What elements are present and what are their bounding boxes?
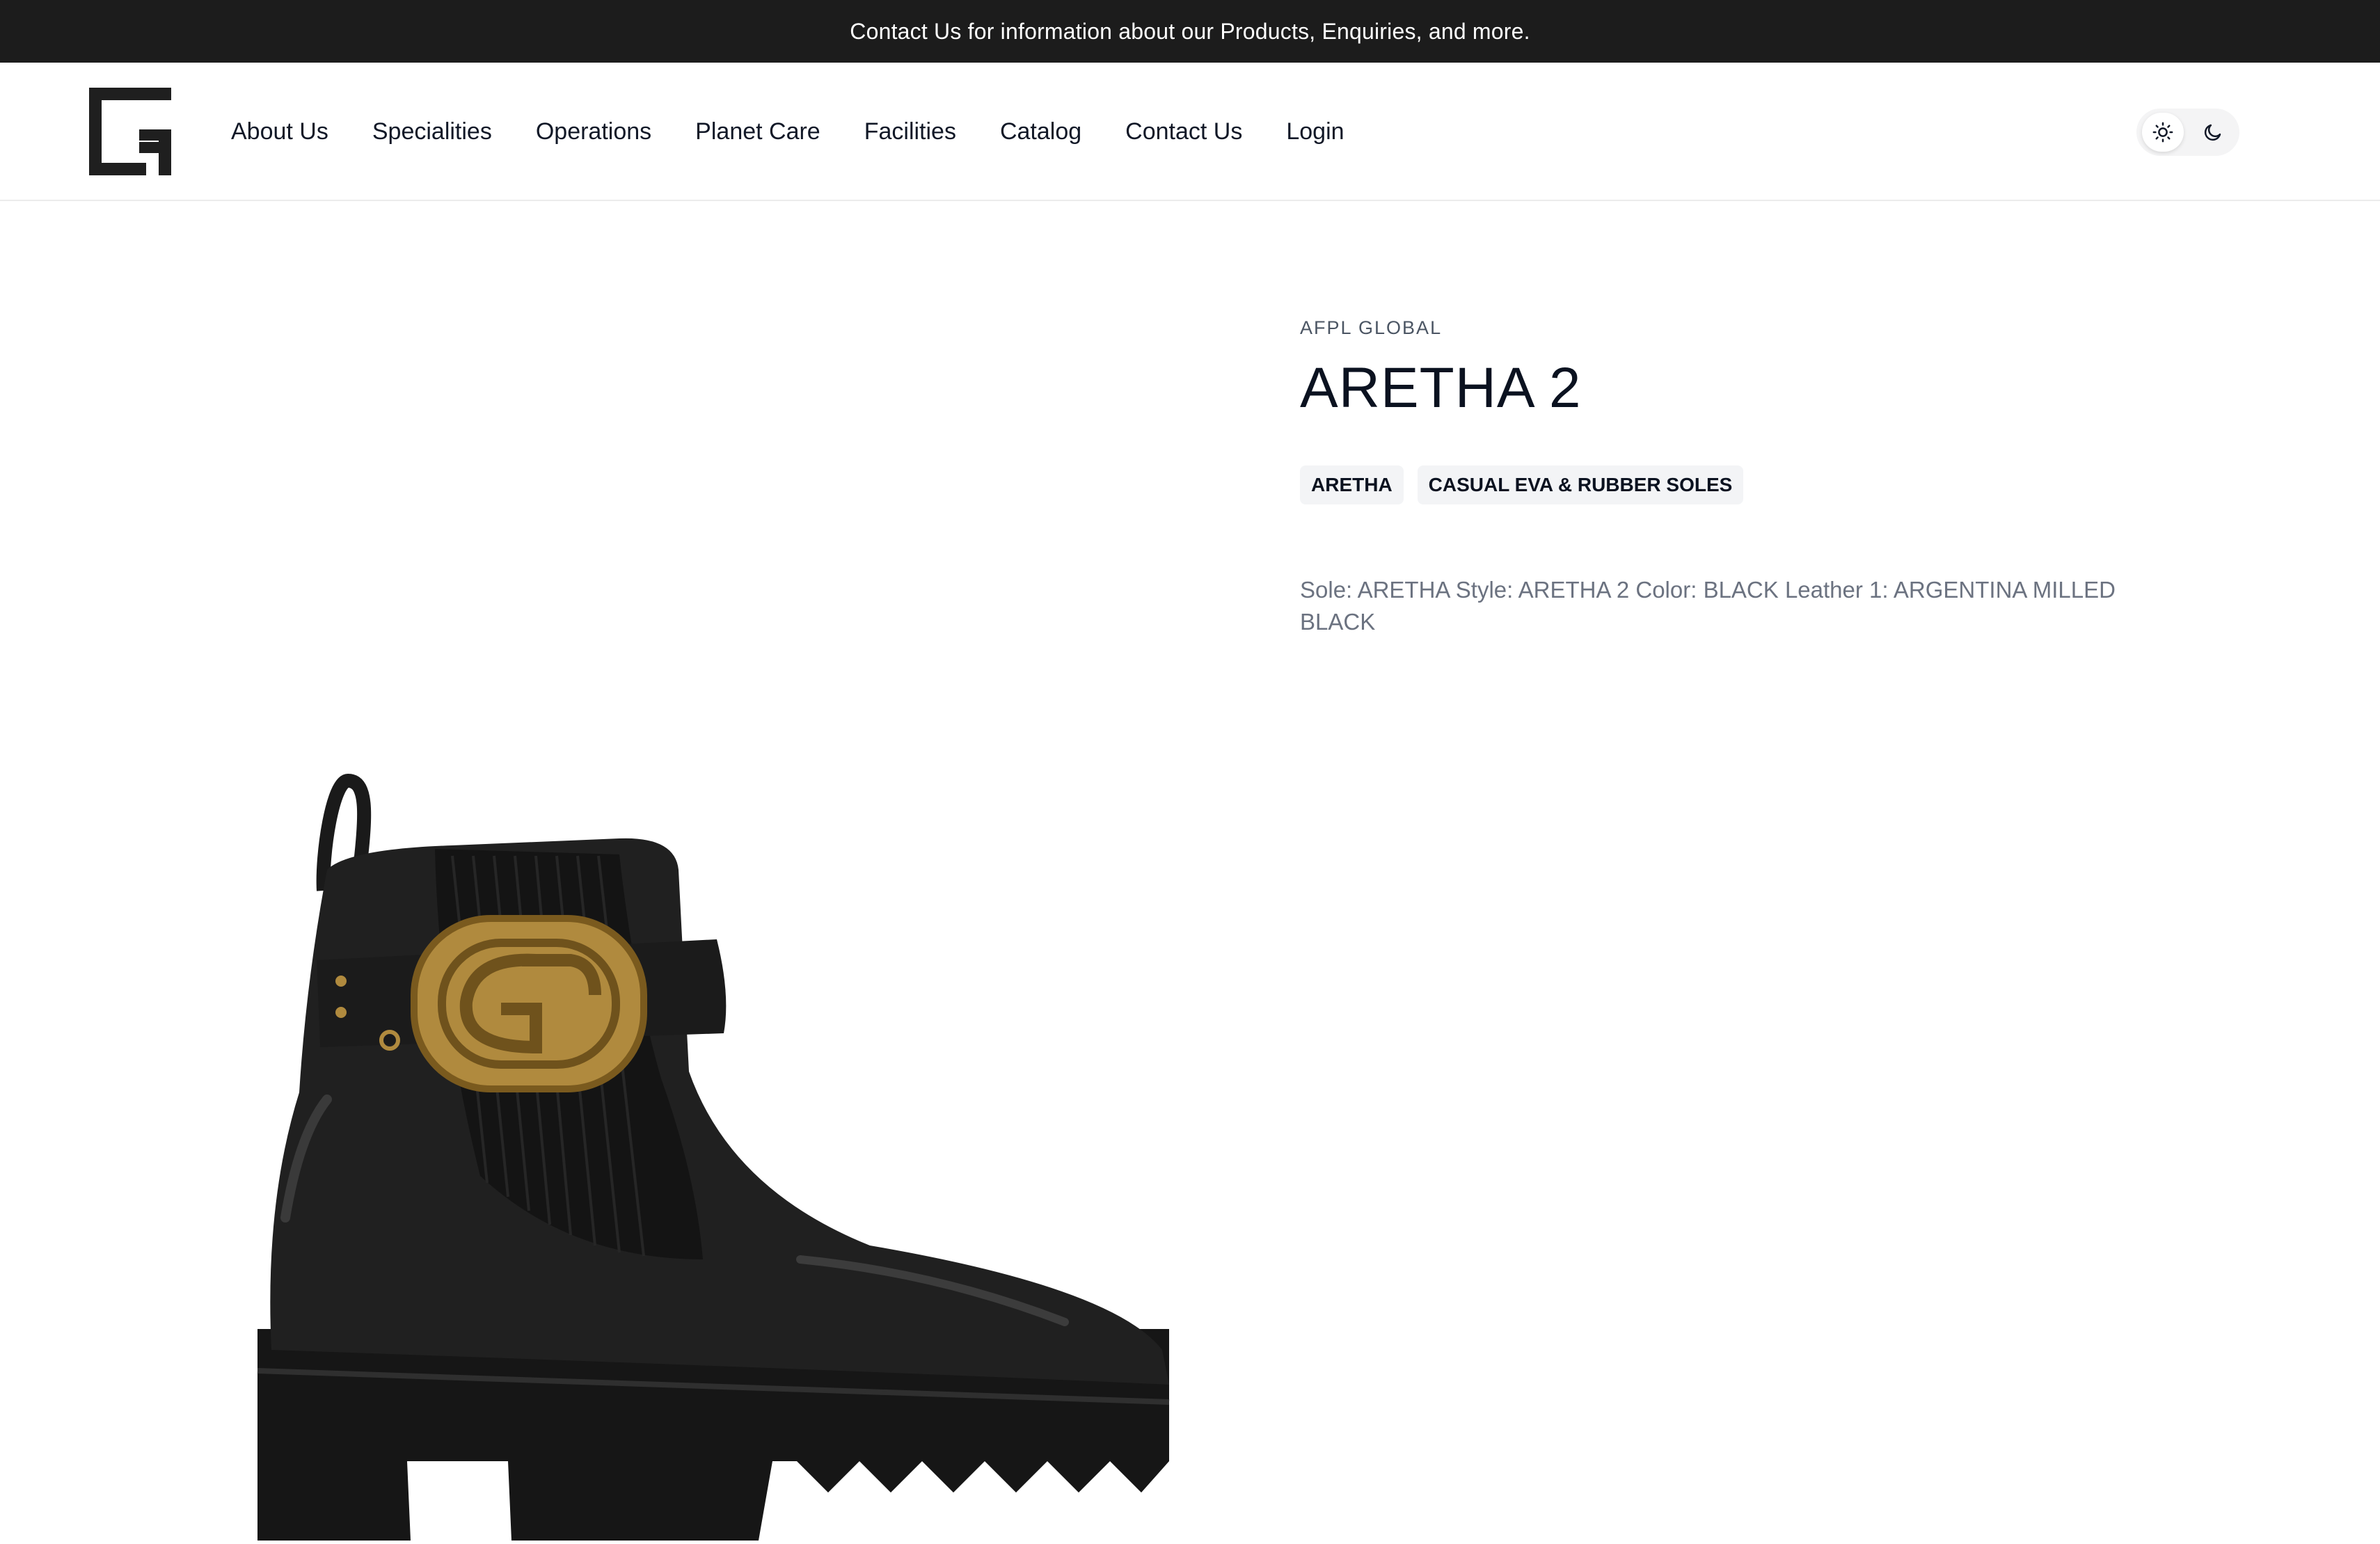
- product-info: AFPL GLOBAL ARETHA 2 ARETHA CASUAL EVA &…: [1300, 317, 2205, 638]
- sun-icon: [2152, 122, 2173, 143]
- site-header: About Us Specialities Operations Planet …: [0, 63, 2380, 201]
- nav-contact-us[interactable]: Contact Us: [1125, 118, 1242, 145]
- brand-logo[interactable]: [89, 88, 171, 175]
- main-nav: About Us Specialities Operations Planet …: [231, 63, 1388, 201]
- brand-label: AFPL GLOBAL: [1300, 317, 1443, 338]
- nav-catalog[interactable]: Catalog: [1000, 118, 1081, 145]
- nav-about-us[interactable]: About Us: [231, 118, 328, 145]
- tag-sole-type[interactable]: CASUAL EVA & RUBBER SOLES: [1417, 465, 1744, 504]
- nav-login[interactable]: Login: [1286, 118, 1344, 145]
- theme-toggle: [2136, 109, 2239, 156]
- product-tags: ARETHA CASUAL EVA & RUBBER SOLES: [1300, 465, 2205, 504]
- nav-specialities[interactable]: Specialities: [372, 118, 492, 145]
- nav-facilities[interactable]: Facilities: [864, 118, 956, 145]
- tag-aretha[interactable]: ARETHA: [1300, 465, 1404, 504]
- light-mode-button[interactable]: [2142, 113, 2184, 152]
- announcement-text: Contact Us for information about our Pro…: [850, 18, 1530, 44]
- dark-mode-button[interactable]: [2192, 113, 2234, 152]
- nav-operations[interactable]: Operations: [536, 118, 651, 145]
- product-title: ARETHA 2: [1300, 356, 1582, 420]
- product-image: [244, 772, 1190, 1541]
- moon-icon: [2204, 124, 2221, 141]
- announcement-bar: Contact Us for information about our Pro…: [0, 0, 2380, 63]
- product-description: Sole: ARETHA Style: ARETHA 2 Color: BLAC…: [1300, 577, 2116, 635]
- boot-illustration: [257, 773, 1170, 1541]
- nav-planet-care[interactable]: Planet Care: [695, 118, 820, 145]
